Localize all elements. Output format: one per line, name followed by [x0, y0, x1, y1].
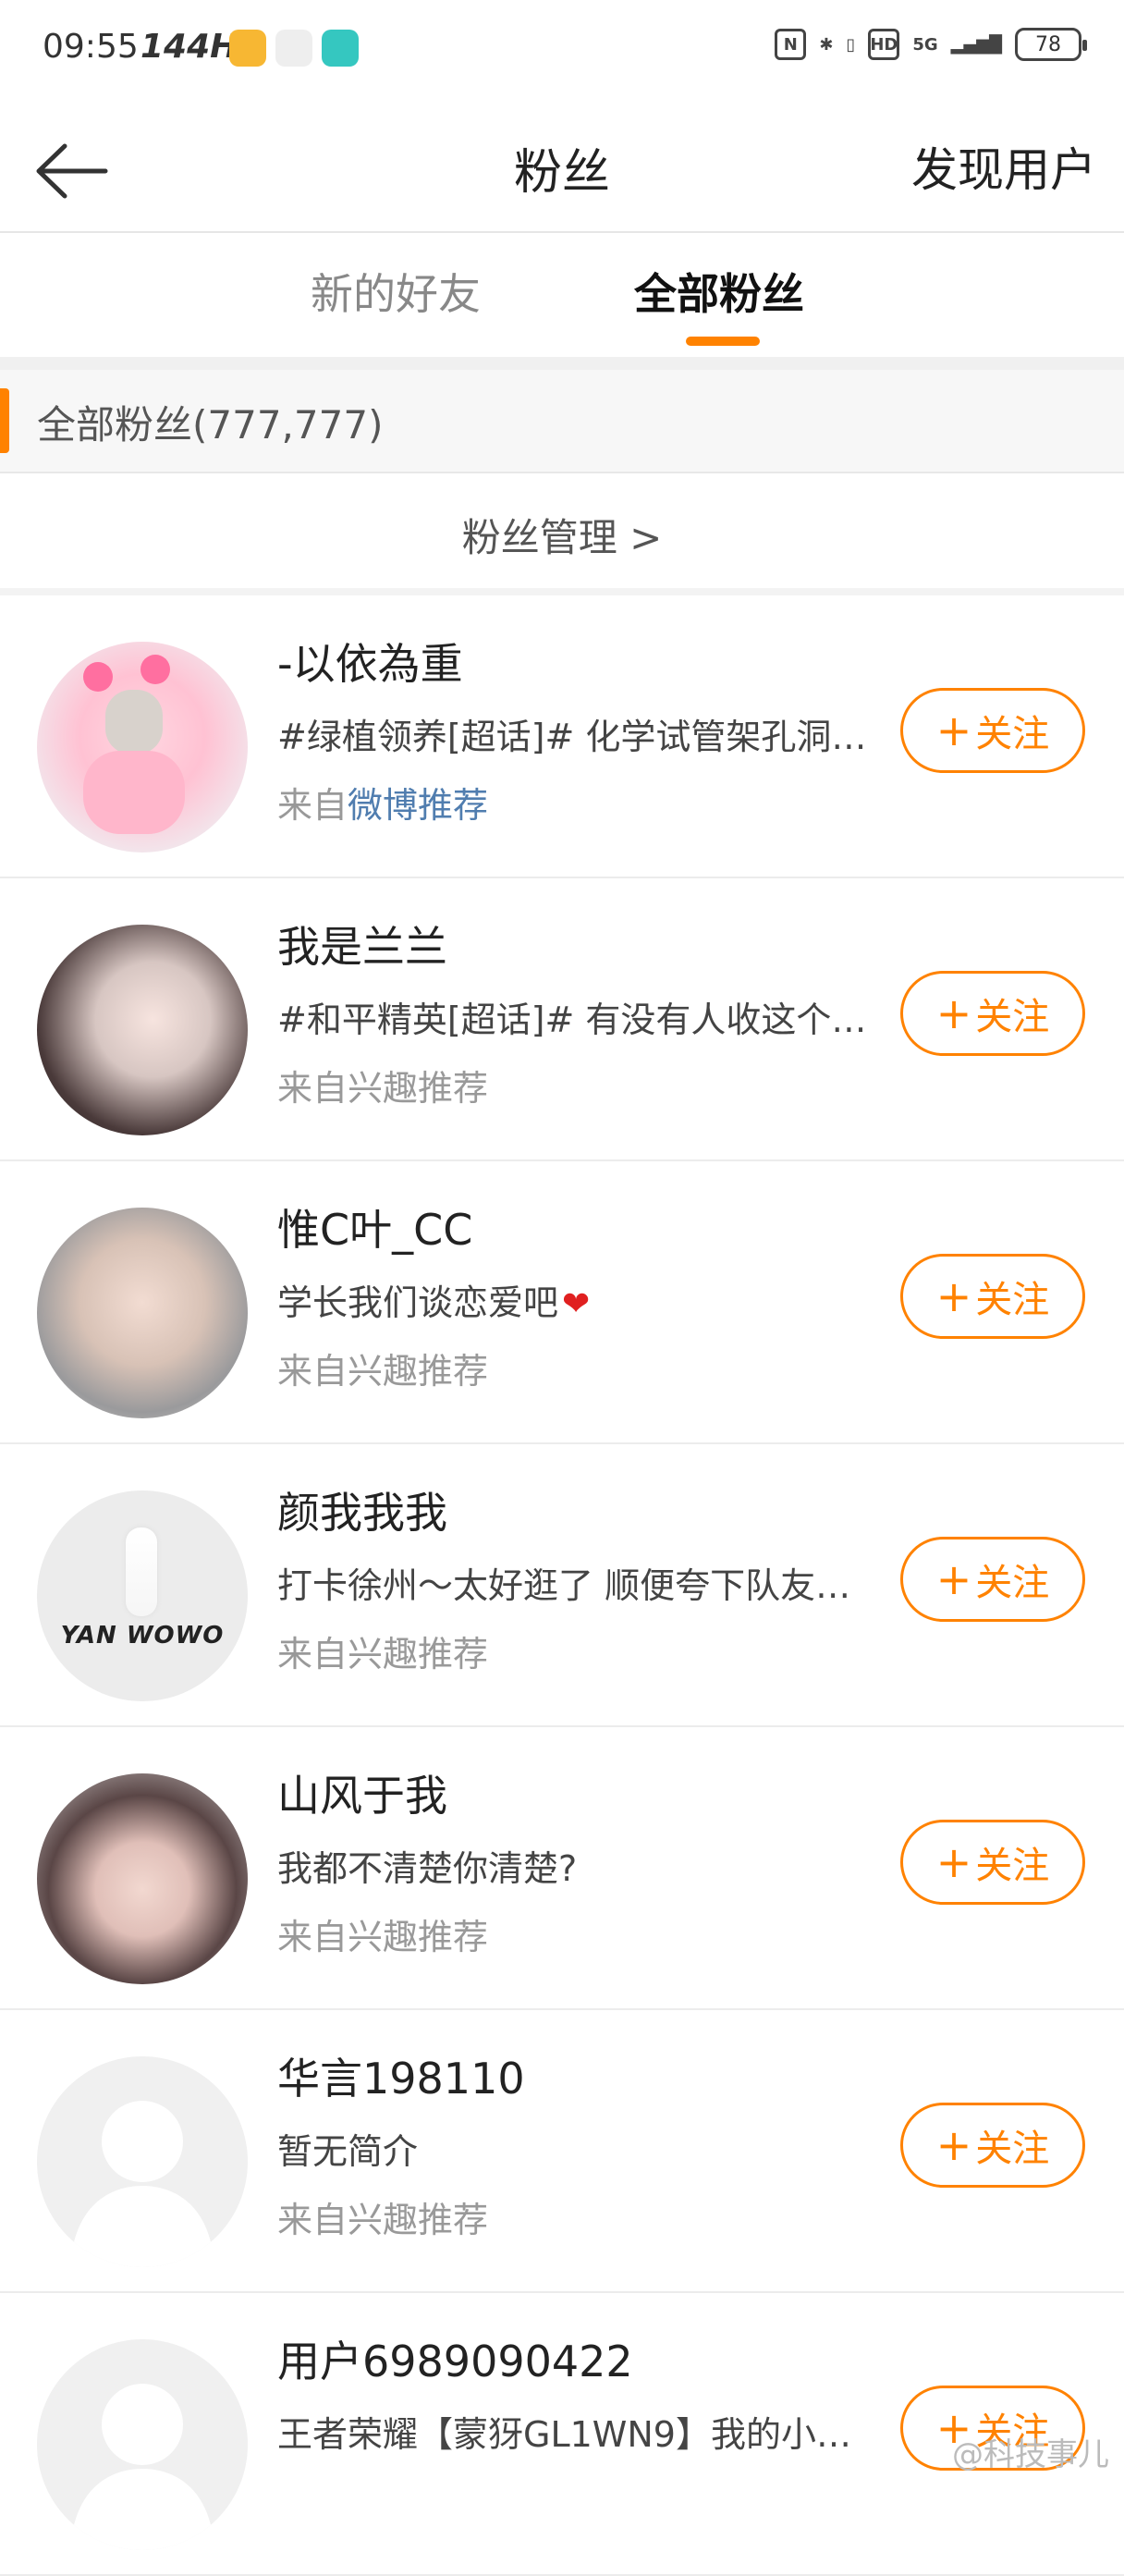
follow-button[interactable]: + 关注 [900, 688, 1085, 773]
avatar[interactable] [37, 642, 248, 853]
tab-new-friends[interactable]: 新的好友 [311, 261, 481, 322]
follow-button[interactable]: + 关注 [900, 971, 1085, 1056]
list-item[interactable]: 惟C叶_CC 学长我们谈恋爱吧 ❤ 来自兴趣推荐 + 关注 [0, 1161, 1124, 1444]
plus-icon: + [935, 2120, 972, 2170]
avatar[interactable] [37, 2056, 248, 2267]
tab-all-fans[interactable]: 全部粉丝 [634, 261, 804, 322]
avatar[interactable] [37, 925, 248, 1135]
section-header: 全部粉丝(777,777) [0, 370, 1124, 473]
fan-source: 来自微博推荐 [277, 777, 488, 828]
follow-label: 关注 [975, 713, 1050, 755]
fan-source: 来自兴趣推荐 [277, 1351, 489, 1392]
hd-icon: HD [868, 29, 900, 60]
discover-users-button[interactable]: 发现用户 [911, 133, 1096, 200]
vibrate-icon: ▯ [846, 34, 856, 55]
section-title: 全部粉丝(777,777) [37, 402, 384, 448]
weibo-app-icon [229, 30, 266, 67]
nfc-icon: N [775, 29, 807, 60]
follow-label: 关注 [975, 996, 1050, 1038]
list-item[interactable]: 山风于我 我都不清楚你清楚? 来自兴趣推荐 + 关注 [0, 1727, 1124, 2010]
divider [0, 588, 1124, 595]
source-prefix: 来自 [277, 785, 348, 826]
fan-source: 来自兴趣推荐 [277, 2200, 489, 2240]
plus-icon: + [935, 1271, 972, 1321]
fan-name[interactable]: 华言198110 [277, 2045, 525, 2106]
list-item[interactable]: 华言198110 暂无简介 来自兴趣推荐 + 关注 [0, 2010, 1124, 2293]
app-notification-icon [322, 30, 359, 67]
avatar[interactable] [37, 1773, 248, 1984]
bluetooth-icon: ✱ [819, 34, 834, 55]
qq-app-icon [275, 30, 312, 67]
follow-label: 关注 [975, 2128, 1050, 2170]
fan-bio: 暂无简介 [277, 2131, 419, 2172]
battery-icon: 78 [1015, 28, 1087, 61]
plus-icon: + [935, 1554, 972, 1604]
tab-active-indicator [686, 337, 760, 346]
section-accent-bar [0, 388, 9, 453]
fans-management-label: 粉丝管理 > [461, 515, 663, 560]
follow-button[interactable]: + 关注 [900, 1254, 1085, 1339]
signal-bars-icon: ▂▄▆█ [950, 34, 1002, 55]
avatar-image [83, 655, 185, 834]
fan-name[interactable]: -以依為重 [277, 631, 463, 692]
fan-bio: 王者荣耀【蒙犽GL1WN9】我的小蛇人和她的伙伴 [277, 2414, 869, 2455]
signal-icon: 5G [912, 34, 938, 55]
plus-icon: + [935, 988, 972, 1038]
nav-header: 粉丝 发现用户 [0, 102, 1124, 233]
fan-bio: #和平精英[超话]# 有没有人收这个号的 [277, 1000, 869, 1040]
status-bar: 09:55 144Hz N ✱ ▯ HD 5G ▂▄▆█ 78 [0, 0, 1124, 102]
status-time: 09:55 [43, 28, 139, 66]
fan-bio-text: 学长我们谈恋爱吧 [277, 1282, 559, 1323]
divider [0, 357, 1124, 370]
heart-icon: ❤ [562, 1285, 591, 1323]
fan-name[interactable]: 用户6989090422 [277, 2328, 633, 2389]
fan-source: 来自兴趣推荐 [277, 1917, 489, 1957]
avatar[interactable] [37, 1208, 248, 1418]
watermark: @科技事儿 [952, 2436, 1109, 2473]
follow-label: 关注 [975, 1845, 1050, 1887]
avatar[interactable] [37, 2339, 248, 2550]
default-avatar-icon [70, 2101, 214, 2267]
fan-bio: 学长我们谈恋爱吧 ❤ [277, 1274, 869, 1325]
fan-source: 来自兴趣推荐 [277, 1068, 489, 1109]
tab-bar: 新的好友 全部粉丝 [0, 233, 1124, 357]
fan-name[interactable]: 惟C叶_CC [277, 1196, 472, 1257]
avatar-logo-text: YAN WOWO [60, 1622, 225, 1650]
fans-list: -以依為重 #绿植领养[超话]# 化学试管架孔洞养植物 来自微博推荐 +关注 我… [0, 595, 1124, 2576]
follow-button[interactable]: + 关注 [900, 2103, 1085, 2188]
fan-bio: 我都不清楚你清楚? [277, 1848, 578, 1889]
fan-name[interactable]: 颜我我我 [277, 1479, 447, 1540]
fans-management-button[interactable]: 粉丝管理 > [0, 473, 1124, 590]
list-item[interactable]: YAN WOWO 颜我我我 打卡徐州～太好逛了 顺便夸下队友们的照片 来自兴趣推… [0, 1444, 1124, 1727]
follow-button[interactable]: + 关注 [900, 1820, 1085, 1905]
fan-bio: #绿植领养[超话]# 化学试管架孔洞养植物 [277, 717, 869, 757]
plus-icon: + [935, 1837, 972, 1887]
avatar-brush-stroke [126, 1527, 157, 1616]
follow-label: 关注 [975, 1279, 1050, 1321]
back-arrow-icon[interactable] [31, 139, 109, 203]
avatar[interactable]: YAN WOWO [37, 1490, 248, 1701]
list-item[interactable]: -以依為重 #绿植领养[超话]# 化学试管架孔洞养植物 来自微博推荐 +关注 [0, 595, 1124, 878]
follow-label: 关注 [975, 1562, 1050, 1604]
fan-source: 来自兴趣推荐 [277, 1634, 489, 1674]
plus-icon: + [935, 705, 972, 755]
source-link[interactable]: 微博推荐 [348, 785, 488, 826]
follow-button[interactable]: + 关注 [900, 1537, 1085, 1622]
default-avatar-icon [70, 2384, 214, 2550]
fan-name[interactable]: 山风于我 [277, 1762, 447, 1823]
fan-bio: 打卡徐州～太好逛了 顺便夸下队友们的照片 [277, 1565, 869, 1606]
fan-name[interactable]: 我是兰兰 [277, 914, 447, 975]
list-item[interactable]: 我是兰兰 #和平精英[超话]# 有没有人收这个号的 来自兴趣推荐 + 关注 [0, 878, 1124, 1161]
